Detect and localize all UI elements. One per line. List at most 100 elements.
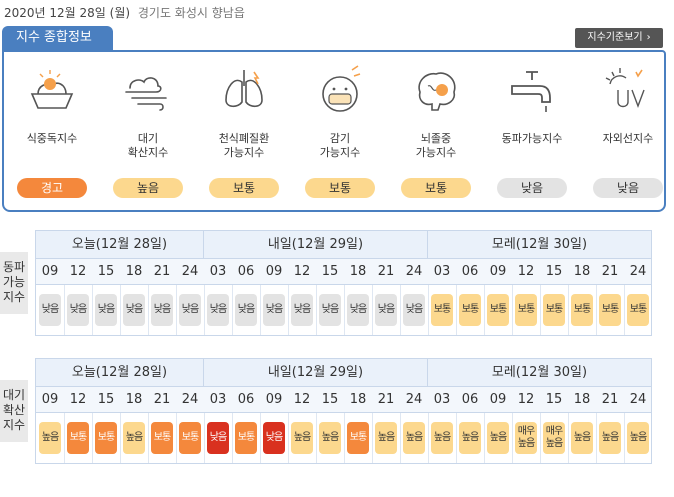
hour-cell: 06 (237, 264, 255, 279)
summary-item-label: 식중독지수 (26, 132, 78, 145)
index-value: 매우 높음 (515, 422, 537, 454)
index-value: 낮음 (375, 294, 397, 326)
hour-cell: 21 (153, 392, 171, 407)
day-header: 모레(12월 30일) (428, 231, 652, 259)
index-value: 보통 (151, 422, 173, 454)
hour-cell: 12 (517, 392, 535, 407)
date-text: 2020년 12월 28일 (월) (4, 6, 131, 20)
index-value: 낮음 (263, 422, 285, 454)
hour-cell: 15 (321, 392, 339, 407)
summary-item-food[interactable]: 식중독지수 경고 (4, 52, 100, 212)
hour-cell: 03 (433, 392, 451, 407)
chevron-right-icon: › (646, 32, 651, 43)
summary-item-label: 대기 확산지수 (127, 132, 169, 159)
day-header: 모레(12월 30일) (428, 359, 652, 387)
food-poisoning-icon (30, 70, 74, 109)
hour-cell: 03 (209, 264, 227, 279)
hour-cell: 24 (629, 392, 647, 407)
index-value: 높음 (39, 422, 61, 454)
air-diffusion-index-table: 오늘(12월 28일) 내일(12월 29일) 모레(12월 30일) 09 12 15 1… (35, 358, 652, 464)
hour-cell: 15 (321, 264, 339, 279)
summary-item-label: 자외선지수 (602, 132, 654, 145)
index-value: 높음 (375, 422, 397, 454)
lungs-icon (225, 70, 263, 108)
mask-icon (322, 65, 361, 112)
status-badge: 보통 (305, 178, 375, 198)
summary-item-cold[interactable]: 감기 가능지수 보통 (292, 52, 388, 212)
status-badge: 보통 (209, 178, 279, 198)
hour-cell: 21 (377, 392, 395, 407)
brain-icon (418, 72, 456, 111)
hour-cell: 21 (601, 264, 619, 279)
index-value: 낮음 (403, 294, 425, 326)
summary-item-label: 천식폐질환 가능지수 (218, 132, 270, 159)
freeze-index-table: 오늘(12월 28일) 내일(12월 29일) 모레(12월 30일) 09 12 15 1… (35, 230, 652, 336)
index-value: 보통 (95, 422, 117, 454)
index-value: 높음 (627, 422, 649, 454)
value-row: 낮음 낮음 낮음 낮음 낮음 낮음 낮음 낮음 낮음 낮음 낮음 낮음 낮음 낮음 보통 보통 보통 보통 보통 보통… (36, 285, 651, 335)
index-value: 낮음 (207, 294, 229, 326)
day-header: 내일(12월 29일) (204, 359, 428, 387)
index-value: 낮음 (347, 294, 369, 326)
day-header-row: 오늘(12월 28일) 내일(12월 29일) 모레(12월 30일) (36, 359, 652, 387)
location-text: 경기도 화성시 향남읍 (137, 6, 245, 20)
index-value: 높음 (431, 422, 453, 454)
index-value: 보통 (67, 422, 89, 454)
status-badge: 높음 (113, 178, 183, 198)
hour-cell: 12 (293, 264, 311, 279)
index-value: 높음 (403, 422, 425, 454)
index-criteria-label: 지수기준보기 (587, 32, 643, 43)
index-value: 낮음 (263, 294, 285, 326)
hour-cell: 18 (125, 264, 143, 279)
hour-cell: 21 (601, 392, 619, 407)
uv-icon (605, 68, 645, 108)
index-criteria-button[interactable]: 지수기준보기 › (575, 28, 663, 48)
day-header: 오늘(12월 28일) (36, 359, 204, 387)
hour-cell: 24 (181, 392, 199, 407)
hour-cell: 18 (125, 392, 143, 407)
index-value: 보통 (515, 294, 537, 326)
index-value: 보통 (235, 422, 257, 454)
summary-item-stroke[interactable]: 뇌졸중 가능지수 보통 (388, 52, 484, 212)
status-badge: 낮음 (497, 178, 567, 198)
status-badge: 보통 (401, 178, 471, 198)
hour-cell: 12 (517, 264, 535, 279)
summary-item-asthma[interactable]: 천식폐질환 가능지수 보통 (196, 52, 292, 212)
hour-cell: 18 (349, 264, 367, 279)
hour-cell: 09 (41, 392, 59, 407)
hour-cell: 18 (573, 392, 591, 407)
index-value: 낮음 (291, 294, 313, 326)
index-value: 낮음 (179, 294, 201, 326)
summary-item-freeze[interactable]: 동파가능지수 낮음 (484, 52, 580, 212)
status-badge: 경고 (17, 178, 87, 198)
hour-cell: 18 (349, 392, 367, 407)
day-header-row: 오늘(12월 28일) 내일(12월 29일) 모레(12월 30일) (36, 231, 652, 259)
summary-item-air[interactable]: 대기 확산지수 높음 (100, 52, 196, 212)
hour-cell: 09 (265, 264, 283, 279)
air-diffusion-index-label: 대기 확산 지수 (0, 380, 28, 442)
hour-cell: 15 (97, 264, 115, 279)
value-row: 높음 보통 보통 높음 보통 보통 낮음 보통 낮음 높음 높음 보통 높음 높음 높음 높음 높음 매우 높음 매… (36, 413, 651, 463)
index-value: 낮음 (39, 294, 61, 326)
hour-cell: 09 (265, 392, 283, 407)
index-value: 낮음 (151, 294, 173, 326)
day-header: 오늘(12월 28일) (36, 231, 204, 259)
hour-cell: 06 (461, 392, 479, 407)
hour-cell: 12 (69, 392, 87, 407)
hour-cell: 21 (377, 264, 395, 279)
index-value: 낮음 (207, 422, 229, 454)
index-value: 보통 (347, 422, 369, 454)
freeze-index-label: 동파 가능 지수 (0, 252, 28, 314)
hour-cell: 12 (69, 264, 87, 279)
tab-summary[interactable]: 지수 종합정보 (2, 26, 113, 50)
summary-item-label: 감기 가능지수 (319, 132, 361, 159)
index-value: 보통 (459, 294, 481, 326)
hour-cell: 06 (237, 392, 255, 407)
faucet-icon (511, 71, 551, 112)
index-value: 낮음 (235, 294, 257, 326)
summary-item-uv[interactable]: 자외선지수 낮음 (580, 52, 674, 212)
hour-cell: 24 (181, 264, 199, 279)
index-value: 높음 (123, 422, 145, 454)
hour-cell: 24 (405, 264, 423, 279)
summary-item-label: 동파가능지수 (501, 132, 563, 145)
